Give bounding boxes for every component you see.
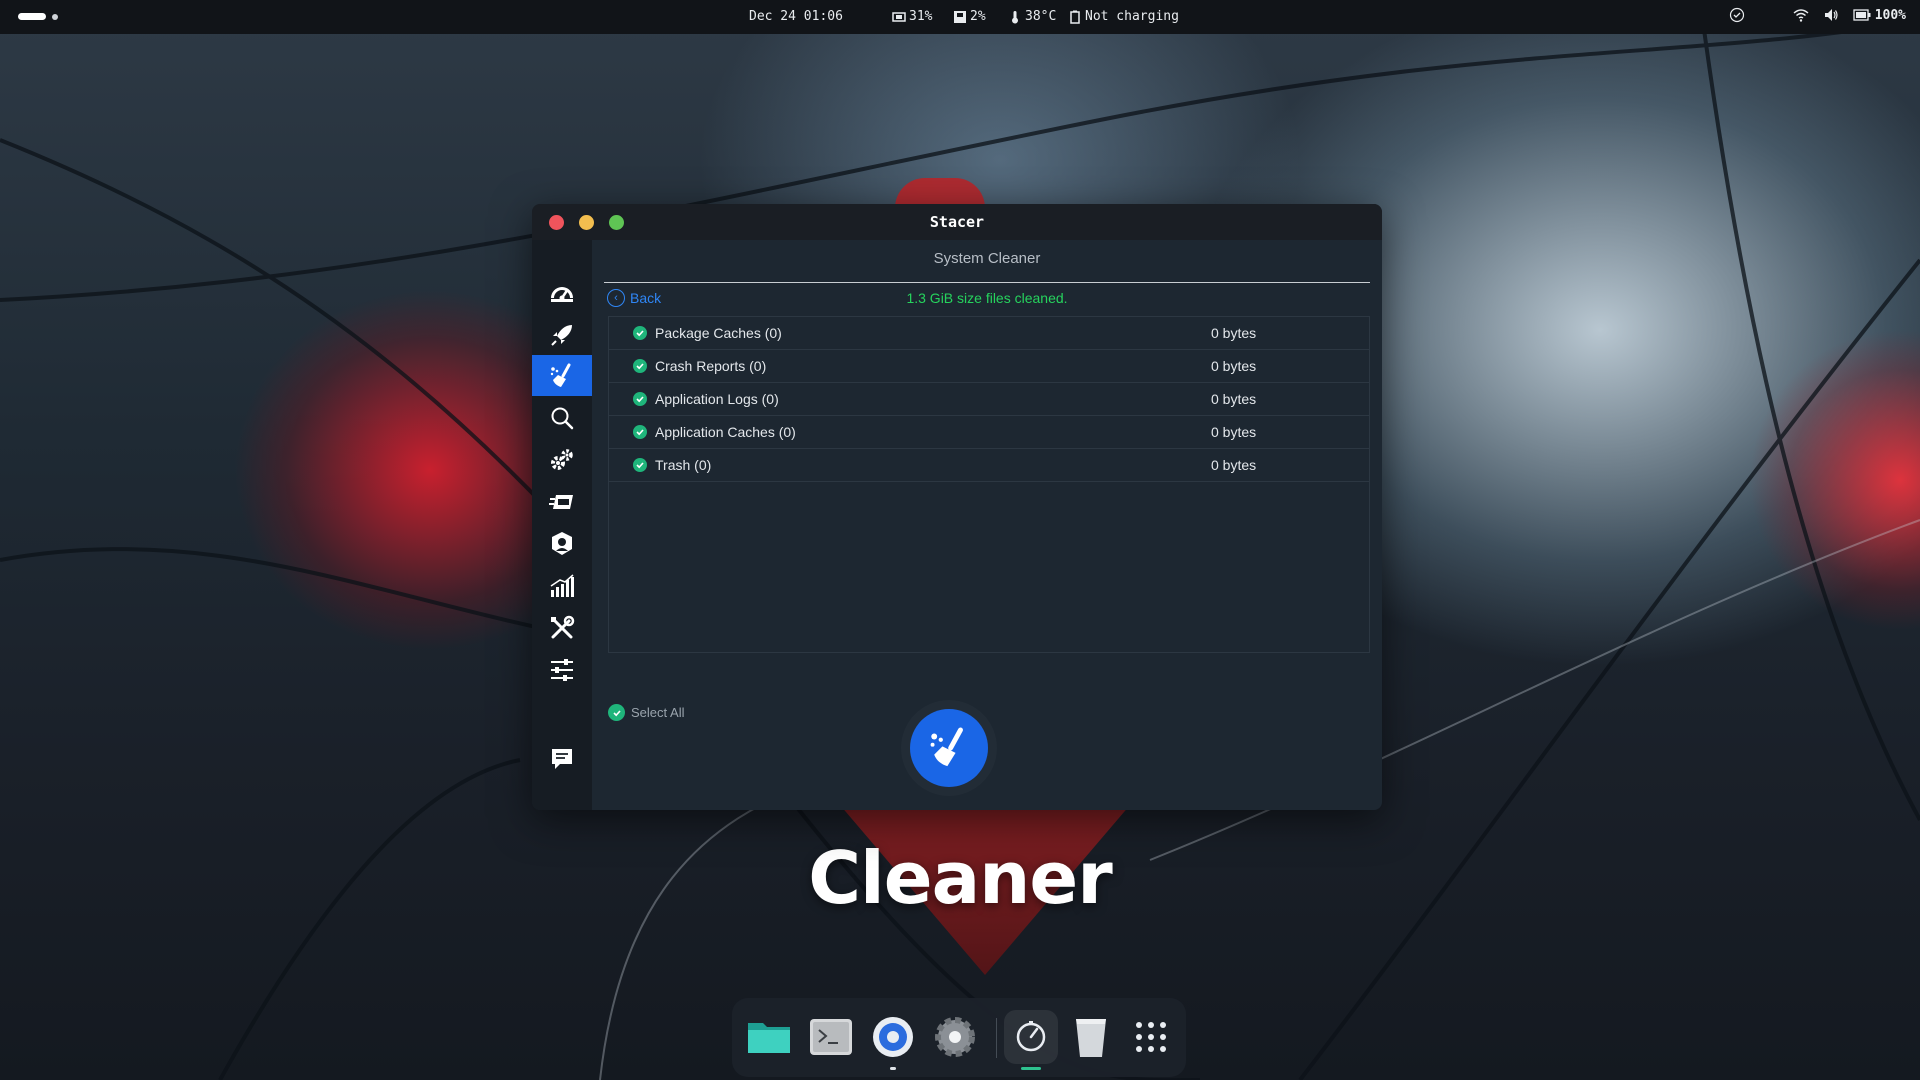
temperature-value: 38°C xyxy=(1025,9,1057,24)
cpu-icon xyxy=(892,11,906,22)
helpers-tools-icon xyxy=(551,615,575,638)
clean-button-inner xyxy=(910,709,988,787)
terminal-icon xyxy=(810,1019,852,1055)
sidebar-item-resources[interactable] xyxy=(532,565,592,606)
sidebar-item-helpers[interactable] xyxy=(532,607,592,648)
services-gears-icon xyxy=(551,448,573,470)
top-bar: Dec 24 01:06 31% 2% 38°C Not charging 10… xyxy=(0,0,1920,34)
battery-status-icon xyxy=(1070,10,1080,24)
running-indicator xyxy=(1021,1067,1041,1070)
dock-separator xyxy=(996,1018,997,1058)
cpu-value: 31% xyxy=(909,9,933,24)
check-icon[interactable] xyxy=(633,359,647,373)
processes-icon xyxy=(549,494,573,509)
item-size: 0 bytes xyxy=(1211,358,1257,374)
dock-terminal[interactable] xyxy=(804,1010,858,1064)
disk-indicator: 2% xyxy=(953,9,986,24)
dock-stacer[interactable] xyxy=(1004,1010,1058,1070)
feedback-chat-icon xyxy=(552,748,572,769)
search-icon xyxy=(551,407,574,429)
check-icon[interactable] xyxy=(633,392,647,406)
item-size: 0 bytes xyxy=(1211,424,1257,440)
system-tray: 100% xyxy=(1729,7,1906,23)
dock-trash[interactable] xyxy=(1064,1010,1118,1064)
dock-app-grid[interactable] xyxy=(1124,1010,1178,1064)
sidebar-item-feedback[interactable] xyxy=(532,738,592,779)
disk-icon xyxy=(954,10,966,23)
item-size: 0 bytes xyxy=(1211,325,1257,341)
item-label: Application Logs (0) xyxy=(655,391,779,407)
battery-icon xyxy=(1853,9,1871,21)
stacer-window: Stacer System Cleaner ‹ Back 1.3 GiB siz… xyxy=(532,204,1382,810)
item-size: 0 bytes xyxy=(1211,457,1257,473)
item-size: 0 bytes xyxy=(1211,391,1257,407)
wifi-icon[interactable] xyxy=(1793,7,1809,23)
clean-button[interactable] xyxy=(901,700,997,796)
page-title: System Cleaner xyxy=(604,250,1370,283)
check-icon[interactable] xyxy=(633,326,647,340)
broom-icon xyxy=(930,727,963,767)
item-label: Package Caches (0) xyxy=(655,325,782,341)
dock-browser[interactable] xyxy=(866,1010,920,1070)
check-icon[interactable] xyxy=(633,458,647,472)
battery-status-indicator: Not charging xyxy=(1068,9,1179,24)
item-label: Trash (0) xyxy=(655,457,712,473)
dashboard-gauge-icon xyxy=(551,286,573,302)
disk-value: 2% xyxy=(970,9,986,24)
list-item[interactable]: Application Caches (0) 0 bytes xyxy=(609,416,1369,449)
notification-check-icon[interactable] xyxy=(1729,7,1745,23)
battery-state: Not charging xyxy=(1085,9,1179,24)
cpu-indicator: 31% xyxy=(892,9,932,24)
files-folder-icon xyxy=(748,1023,790,1053)
sidebar xyxy=(532,240,592,810)
select-all-label: Select All xyxy=(631,705,685,720)
sidebar-item-uninstaller[interactable] xyxy=(532,523,592,564)
dock-settings[interactable] xyxy=(928,1010,982,1064)
cleaned-status-message: 1.3 GiB size files cleaned. xyxy=(906,290,1068,306)
settings-sliders-icon xyxy=(551,658,573,681)
workspace-active-pill xyxy=(18,13,46,20)
resources-chart-icon xyxy=(550,573,574,597)
clock[interactable]: Dec 24 01:06 xyxy=(749,9,843,24)
check-icon[interactable] xyxy=(633,425,647,439)
battery-level: 100% xyxy=(1874,7,1906,23)
browser-icon xyxy=(873,1017,913,1057)
workspace-dot xyxy=(52,13,58,20)
cleaner-results-list: Package Caches (0) 0 bytes Crash Reports… xyxy=(608,316,1370,653)
window-title: Stacer xyxy=(929,213,985,231)
list-item[interactable]: Package Caches (0) 0 bytes xyxy=(609,317,1369,350)
check-icon xyxy=(608,704,625,721)
system-cleaner-broom-icon xyxy=(550,363,571,387)
uninstaller-icon xyxy=(552,531,572,555)
thermometer-icon xyxy=(1012,10,1018,23)
list-item[interactable]: Application Logs (0) 0 bytes xyxy=(609,383,1369,416)
sidebar-item-settings[interactable] xyxy=(532,649,592,690)
dock xyxy=(732,998,1186,1077)
sidebar-item-startup[interactable] xyxy=(532,314,592,355)
select-all-checkbox[interactable]: Select All xyxy=(608,704,684,721)
activities-indicator[interactable] xyxy=(18,13,58,20)
sidebar-item-services[interactable] xyxy=(532,439,592,480)
item-label: Crash Reports (0) xyxy=(655,358,767,374)
startup-rocket-icon xyxy=(551,324,572,346)
item-label: Application Caches (0) xyxy=(655,424,796,440)
list-item[interactable]: Crash Reports (0) 0 bytes xyxy=(609,350,1369,383)
list-item[interactable]: Trash (0) 0 bytes xyxy=(609,449,1369,482)
settings-gear-icon xyxy=(935,1017,975,1057)
running-indicator xyxy=(890,1067,896,1070)
volume-icon[interactable] xyxy=(1823,7,1839,23)
system-cleaner-panel: System Cleaner ‹ Back 1.3 GiB size files… xyxy=(592,240,1382,810)
app-grid-icon xyxy=(1136,1022,1166,1052)
temperature-indicator: 38°C xyxy=(1008,9,1056,24)
battery-indicator[interactable]: 100% xyxy=(1853,8,1906,23)
dock-files[interactable] xyxy=(742,1010,796,1064)
sidebar-item-search[interactable] xyxy=(532,397,592,438)
sidebar-item-system-cleaner[interactable] xyxy=(532,355,592,396)
trash-icon xyxy=(1076,1019,1106,1057)
sidebar-item-dashboard[interactable] xyxy=(532,272,592,313)
wallpaper-caption: Cleaner xyxy=(808,836,1113,920)
stacer-app-icon xyxy=(1016,1021,1046,1052)
sidebar-item-processes[interactable] xyxy=(532,481,592,522)
window-titlebar[interactable]: Stacer xyxy=(532,204,1382,240)
